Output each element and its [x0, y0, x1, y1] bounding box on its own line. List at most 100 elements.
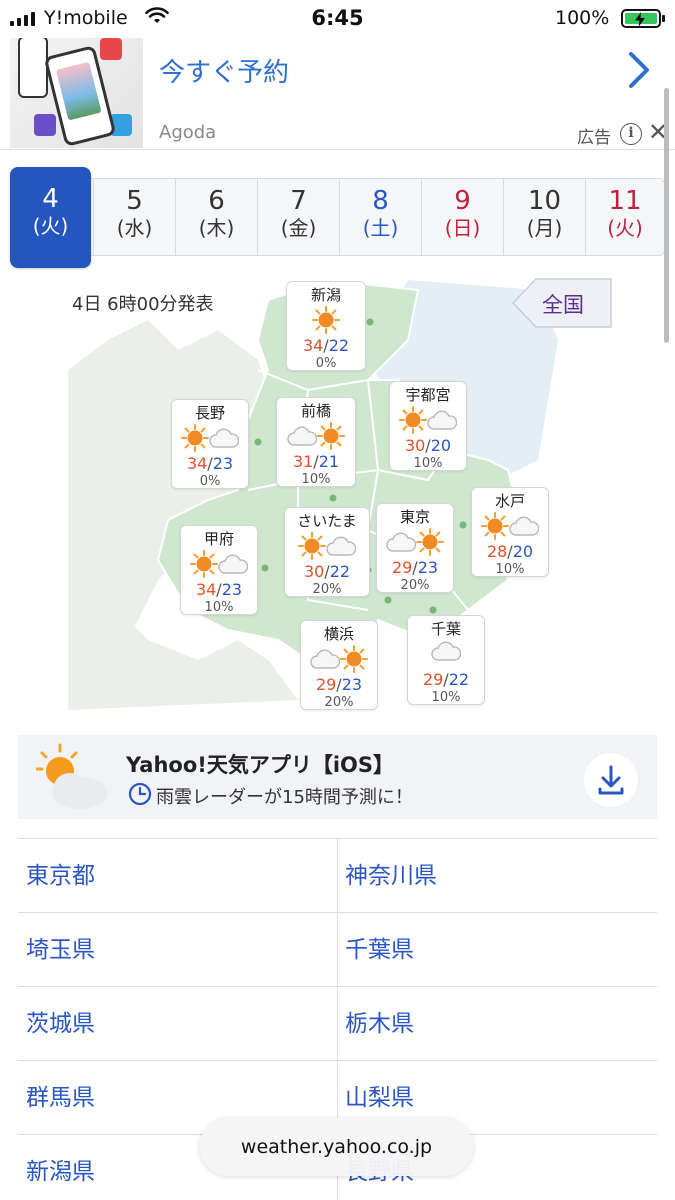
city-temperatures: 30/22: [285, 562, 369, 582]
high-temp: 29: [315, 675, 337, 694]
prefecture-row: 埼玉県 千葉県: [18, 913, 657, 987]
city-card[interactable]: 甲府 34/23 10%: [180, 525, 258, 615]
battery-tip: [662, 15, 665, 22]
rain-probability: 20%: [312, 582, 342, 597]
city-temperatures: 29/22: [408, 670, 484, 690]
sun-icon: [181, 424, 209, 456]
date-tab-weekday: (水): [116, 215, 153, 240]
date-tab-weekday: (火): [32, 213, 69, 238]
rain-probability: 20%: [400, 578, 430, 593]
clock-icon: [128, 782, 152, 810]
ad-cta-link[interactable]: 今すぐ予約: [159, 52, 289, 89]
city-card[interactable]: 水戸 28/20 10%: [471, 487, 549, 577]
high-temp: 31: [292, 452, 314, 471]
prefecture-link[interactable]: 神奈川県: [345, 839, 437, 913]
sun-icon: [317, 422, 345, 454]
low-temp: 21: [318, 452, 340, 471]
app-promo-banner[interactable]: Yahoo!天気アプリ【iOS】 雨雲レーダーが15時間予測に！: [18, 735, 657, 819]
rain-probability: 0%: [199, 474, 221, 489]
date-tab-weekday: (木): [198, 215, 235, 240]
battery-percentage: 100%: [555, 7, 610, 29]
high-temp: 30: [404, 436, 426, 455]
rain-probability: 10%: [301, 472, 331, 487]
rain-probability: 20%: [324, 695, 354, 710]
region-nationwide-button[interactable]: 全国: [512, 278, 612, 328]
prefecture-link[interactable]: 群馬県: [26, 1061, 95, 1135]
date-tab-4[interactable]: 4 (火): [10, 167, 91, 268]
city-name: 新潟: [310, 286, 341, 304]
date-tab-weekday: (月): [526, 215, 563, 240]
date-tab-7[interactable]: 7 (金): [257, 179, 339, 255]
prefecture-link[interactable]: 東京都: [26, 839, 95, 913]
rain-probability: 0%: [315, 356, 337, 371]
date-tab-day: 8: [372, 186, 389, 216]
date-tab-6[interactable]: 6 (木): [175, 179, 257, 255]
high-temp: 29: [422, 670, 444, 689]
download-icon: [598, 765, 624, 795]
sun-icon: [481, 512, 509, 544]
date-tab-5[interactable]: 5 (水): [93, 179, 175, 255]
sun-icon: [190, 550, 218, 582]
high-temp: 34: [186, 454, 208, 473]
cloud-icon: [427, 409, 458, 435]
city-temperatures: 34/23: [181, 580, 257, 600]
prefecture-link[interactable]: 新潟県: [26, 1135, 95, 1200]
weather-icons: [472, 512, 548, 542]
low-temp: 23: [417, 558, 439, 577]
weather-app-icon: [34, 743, 110, 815]
date-tab-9[interactable]: 9 (日): [421, 179, 503, 255]
city-card[interactable]: 東京 29/23 20%: [376, 503, 454, 593]
weather-icons: [285, 532, 369, 562]
date-tab-day: 6: [208, 186, 225, 216]
prefecture-row: 茨城県 栃木県: [18, 987, 657, 1061]
date-tab-11[interactable]: 11 (火): [585, 179, 664, 255]
chevron-right-icon[interactable]: [626, 50, 652, 94]
high-temp: 34: [302, 336, 324, 355]
low-temp: 22: [329, 562, 351, 581]
region-button-label: 全国: [542, 293, 584, 317]
city-card[interactable]: 宇都宮 30/20 10%: [389, 381, 467, 471]
info-icon[interactable]: i: [620, 123, 642, 145]
ad-thumbnail[interactable]: [10, 30, 143, 148]
prefecture-link[interactable]: 栃木県: [345, 987, 414, 1061]
date-tab-8[interactable]: 8 (土): [339, 179, 421, 255]
city-card[interactable]: 長野 34/23 0%: [171, 399, 249, 489]
city-card[interactable]: 前橋 31/21 10%: [276, 397, 356, 487]
city-card[interactable]: 千葉 29/22 10%: [407, 615, 485, 705]
date-tab-weekday: (火): [607, 215, 643, 240]
prefecture-link[interactable]: 千葉県: [345, 913, 414, 987]
weather-icons: [408, 640, 484, 670]
prefecture-link[interactable]: 茨城県: [26, 987, 95, 1061]
high-temp: 29: [391, 558, 413, 577]
ad-caption-bubble: [18, 36, 48, 98]
city-card[interactable]: 横浜 29/23 20%: [300, 620, 378, 710]
city-temperatures: 34/23: [172, 454, 248, 474]
sun-icon: [416, 528, 444, 560]
weather-icons: [287, 306, 365, 336]
ad-tile-icon: [100, 38, 122, 60]
prefecture-link[interactable]: 埼玉県: [26, 913, 95, 987]
city-name: さいたま: [297, 512, 357, 530]
ad-banner[interactable]: 今すぐ予約 Agoda 広告 i ✕: [0, 30, 675, 150]
url-bar[interactable]: weather.yahoo.co.jp: [200, 1118, 473, 1176]
app-banner-title: Yahoo!天気アプリ【iOS】: [126, 753, 395, 777]
sun-icon: [340, 645, 368, 677]
city-name: 千葉: [430, 620, 461, 638]
download-button[interactable]: [584, 753, 638, 807]
date-tab-day: 5: [126, 186, 143, 216]
low-temp: 22: [448, 670, 470, 689]
high-temp: 30: [303, 562, 325, 581]
city-temperatures: 34/22: [287, 336, 365, 356]
city-card[interactable]: さいたま 30/22 20%: [284, 507, 370, 597]
weather-icons: [277, 422, 355, 452]
date-tab-10[interactable]: 10 (月): [503, 179, 585, 255]
low-temp: 23: [341, 675, 363, 694]
sun-icon: [298, 532, 326, 564]
city-temperatures: 29/23: [377, 558, 453, 578]
high-temp: 28: [486, 542, 508, 561]
city-name: 東京: [399, 508, 430, 526]
rain-probability: 10%: [431, 690, 461, 705]
city-card[interactable]: 新潟 34/22 0%: [286, 281, 366, 371]
city-name: 宇都宮: [405, 386, 451, 404]
cloud-icon: [310, 648, 341, 674]
